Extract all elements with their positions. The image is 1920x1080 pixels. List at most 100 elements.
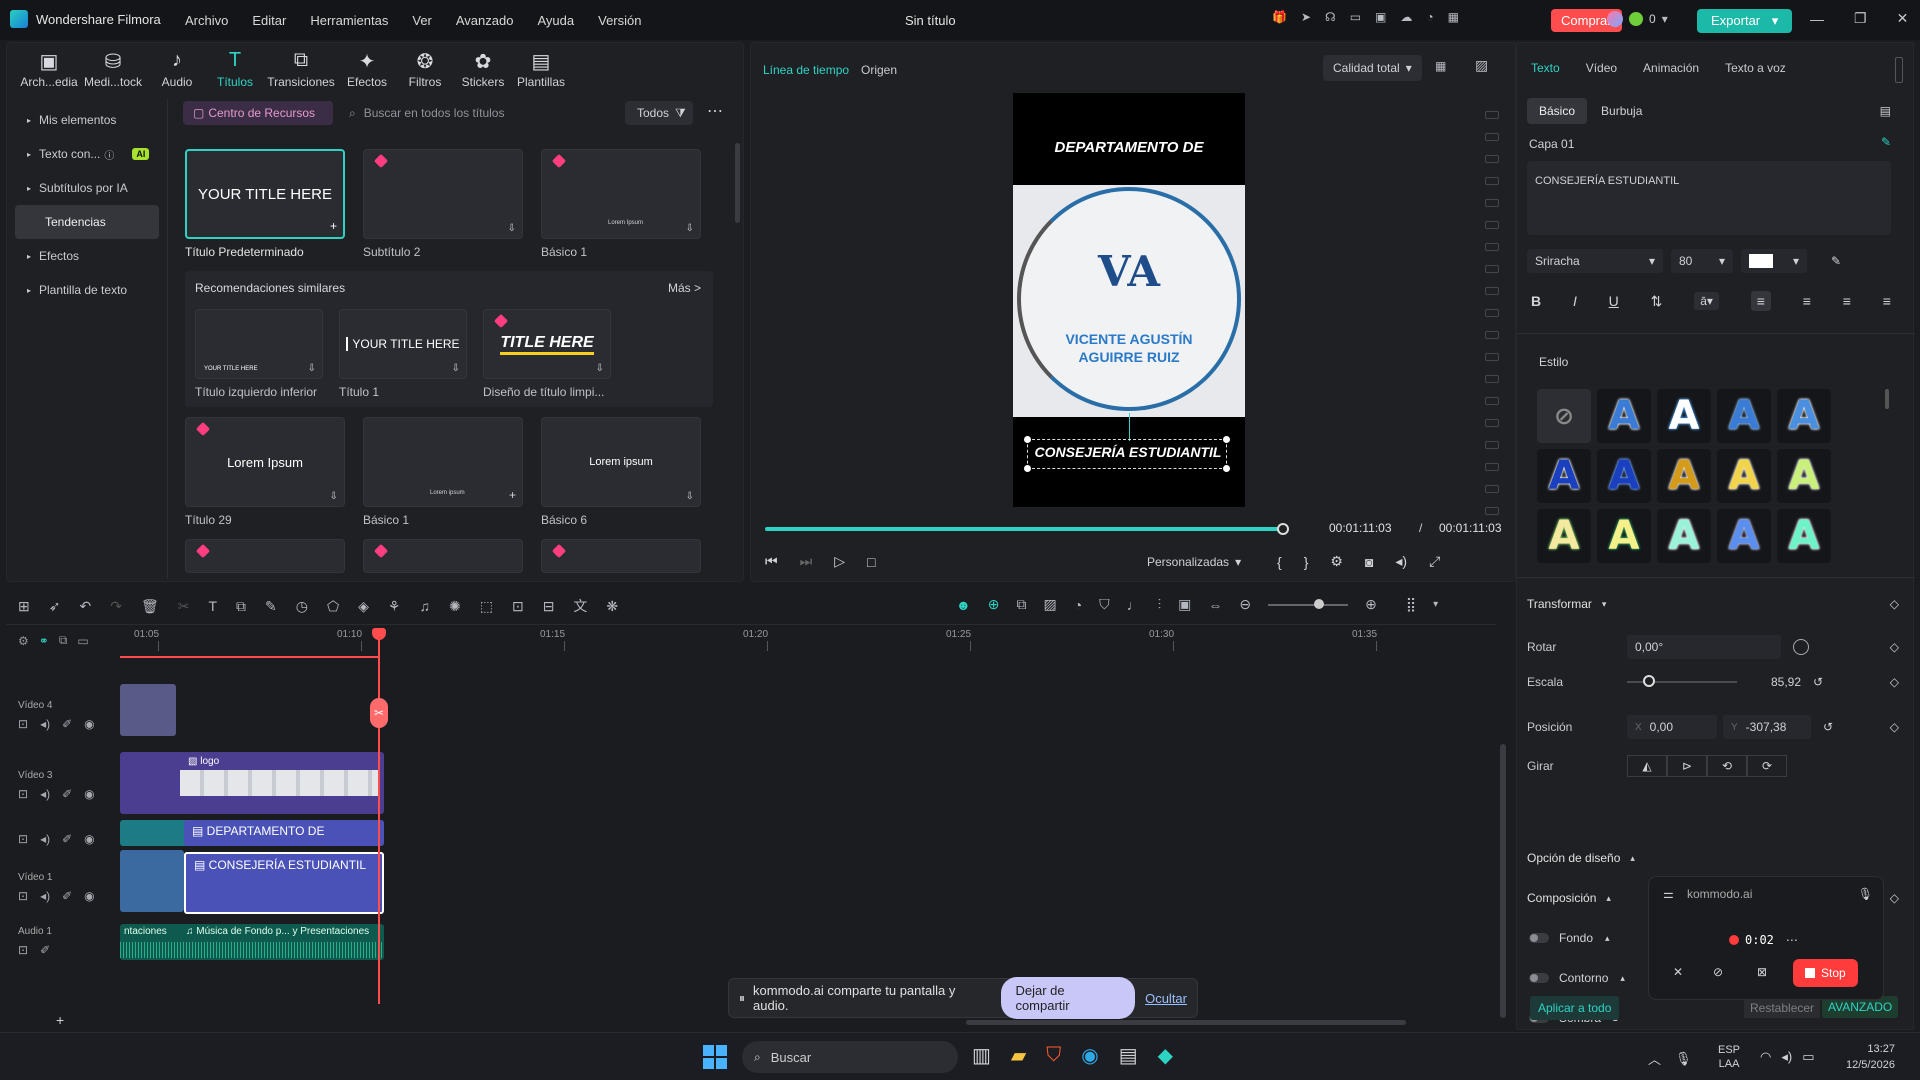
style-none-icon[interactable]: ⊘ bbox=[1537, 389, 1591, 443]
zoom-out-icon[interactable]: ⊖ bbox=[1239, 596, 1251, 613]
audio-clip[interactable]: ntaciones ♫ Música de Fondo p... y Prese… bbox=[120, 924, 384, 960]
playback-progress[interactable] bbox=[765, 523, 1289, 535]
eye-icon[interactable]: ◉ bbox=[84, 889, 94, 903]
snapshot-icon[interactable]: ◙ bbox=[1365, 554, 1373, 570]
keyframe-icon[interactable]: ◇ bbox=[1890, 597, 1899, 611]
ai-edit-icon[interactable]: ⚘ bbox=[388, 598, 401, 615]
style-preset[interactable]: A bbox=[1717, 389, 1771, 443]
keyframe-tool-icon[interactable]: ◈ bbox=[358, 598, 369, 615]
download-icon[interactable]: ⇩ bbox=[508, 223, 516, 234]
menu-editar[interactable]: Editar bbox=[252, 13, 286, 28]
add-icon[interactable]: + bbox=[330, 219, 337, 233]
pip-icon[interactable]: ▣ bbox=[1178, 596, 1191, 613]
file-explorer-icon[interactable]: ▰ bbox=[1011, 1043, 1026, 1068]
style-preset[interactable]: A bbox=[1657, 389, 1711, 443]
search-input[interactable]: ⌕ Buscar en todos los títulos bbox=[341, 101, 621, 125]
eye-icon[interactable]: ◉ bbox=[84, 717, 94, 731]
mic-icon[interactable]: 🎙 bbox=[1858, 887, 1873, 901]
headset-icon[interactable]: ☊ bbox=[1325, 10, 1336, 24]
text-selection-box[interactable]: CONSEJERÍA ESTUDIANTIL bbox=[1024, 436, 1230, 472]
title-card[interactable]: YOUR TITLE HERE + Título Predeterminado bbox=[185, 149, 345, 259]
resize-handle[interactable] bbox=[1024, 436, 1031, 443]
zoom-slider[interactable] bbox=[1268, 598, 1349, 609]
frame-icon[interactable]: ⊡ bbox=[512, 598, 524, 615]
menu-ayuda[interactable]: Ayuda bbox=[537, 13, 574, 28]
panel-collapse-icon[interactable] bbox=[1895, 57, 1903, 83]
mute-icon[interactable]: ◂) bbox=[40, 889, 50, 903]
rec-card[interactable]: YOUR TITLE HERE ⇩ Título 1 bbox=[339, 309, 467, 399]
mute-icon[interactable]: ◂) bbox=[40, 832, 50, 846]
scissors-icon[interactable]: ✂ bbox=[370, 698, 388, 728]
cloud-icon[interactable]: ☁ bbox=[1400, 10, 1412, 24]
download-icon[interactable]: ⇩ bbox=[596, 363, 604, 374]
underline-icon[interactable]: U bbox=[1609, 293, 1619, 309]
case-icon[interactable]: ā▾ bbox=[1694, 292, 1719, 310]
italic-icon[interactable]: I bbox=[1573, 293, 1577, 309]
download-icon[interactable]: ⇩ bbox=[452, 363, 460, 374]
microphone-icon[interactable]: 🎙 bbox=[1675, 1051, 1692, 1067]
scale-value[interactable]: 85,92 bbox=[1771, 675, 1801, 689]
lock-icon[interactable]: ⊡ bbox=[18, 943, 28, 957]
style-preset[interactable]: A bbox=[1537, 509, 1591, 563]
menu-avanzado[interactable]: Avanzado bbox=[456, 13, 514, 28]
reset-button[interactable]: Restablecer bbox=[1744, 998, 1821, 1018]
hide-link[interactable]: Ocultar bbox=[1145, 991, 1187, 1006]
scale-knob[interactable] bbox=[1643, 675, 1655, 687]
reset-icon[interactable]: ↺ bbox=[1813, 675, 1823, 689]
monitor-icon[interactable]: ▭ bbox=[1350, 10, 1361, 24]
next-frame-icon[interactable]: ⏭ bbox=[800, 553, 813, 570]
settings-sliders-icon[interactable]: ⚌ bbox=[1663, 887, 1674, 901]
stop-sharing-button[interactable]: Dejar de compartir bbox=[1001, 977, 1136, 1019]
avatar[interactable] bbox=[1607, 11, 1623, 27]
title-card[interactable]: Lorem ipsum + Básico 1 bbox=[363, 417, 523, 527]
style-preset[interactable]: A bbox=[1657, 449, 1711, 503]
font-size-select[interactable]: 80 ▾ bbox=[1671, 249, 1733, 273]
menu-archivo[interactable]: Archivo bbox=[185, 13, 228, 28]
tool-titles[interactable]: T Títulos bbox=[207, 49, 263, 89]
position-x-input[interactable]: X 0,00 bbox=[1627, 715, 1717, 739]
tab-timeline[interactable]: Línea de tiempo bbox=[763, 63, 849, 77]
style-preset[interactable]: A bbox=[1597, 509, 1651, 563]
undo-icon[interactable]: ↶ bbox=[79, 598, 91, 615]
title-card[interactable]: ⇩ Subtítulo 2 bbox=[363, 149, 523, 259]
text-tool-icon[interactable]: T bbox=[208, 598, 217, 614]
mark-in-icon[interactable]: { bbox=[1277, 554, 1282, 570]
fit-icon[interactable]: ⇔ bbox=[1208, 597, 1222, 613]
keyframe-icon[interactable]: ◇ bbox=[1890, 675, 1899, 689]
rec-card[interactable]: YOUR TITLE HERE ⇩ Título izquierdo infer… bbox=[195, 309, 323, 399]
dept-title-clip[interactable]: ▤ DEPARTAMENTO DE bbox=[184, 820, 384, 846]
tab-origin[interactable]: Origen bbox=[861, 63, 897, 77]
apply-all-button[interactable]: Aplicar a todo bbox=[1530, 996, 1620, 1020]
download-icon[interactable]: ⇩ bbox=[330, 491, 338, 502]
save-icon[interactable]: ▣ bbox=[1375, 10, 1386, 24]
tab-texto-a-voz[interactable]: Texto a voz bbox=[1725, 61, 1786, 75]
rotate-left-icon[interactable]: ⟲ bbox=[1707, 755, 1747, 777]
layout-icon[interactable]: ⊞ bbox=[18, 598, 30, 615]
subtab-basico[interactable]: Básico bbox=[1527, 98, 1588, 124]
minimize-icon[interactable]: — bbox=[1810, 11, 1824, 27]
align-justify-icon[interactable]: ≡ bbox=[1883, 293, 1891, 309]
lock-icon[interactable]: ⊡ bbox=[18, 889, 28, 903]
bold-icon[interactable]: B bbox=[1531, 293, 1541, 309]
track-settings-icon[interactable]: ⚙ bbox=[18, 634, 29, 648]
tool-effects[interactable]: ✦ Efectos bbox=[339, 49, 395, 89]
sidebar-item-texto-con[interactable]: ▸ Texto con... ⓘ AI bbox=[15, 137, 159, 171]
stop-button[interactable]: Stop bbox=[1793, 959, 1858, 987]
eyedropper-icon[interactable]: ✎ bbox=[1831, 254, 1841, 268]
spacing-icon[interactable]: ⇅ bbox=[1651, 293, 1663, 310]
ai-copilot-icon[interactable]: ☻ bbox=[956, 597, 971, 613]
image-icon[interactable]: ▨ bbox=[1475, 57, 1488, 74]
sidebar-item-plantilla-texto[interactable]: ▸ Plantilla de texto bbox=[15, 273, 159, 307]
gift-icon[interactable]: 🎁 bbox=[1272, 10, 1287, 24]
settings-icon[interactable]: ⚙ bbox=[1330, 553, 1343, 570]
eye-icon[interactable]: ◉ bbox=[84, 787, 94, 801]
style-preset[interactable]: A bbox=[1597, 389, 1651, 443]
menu-ver[interactable]: Ver bbox=[412, 13, 432, 28]
taskbar-search[interactable]: ⌕ Buscar bbox=[742, 1041, 958, 1073]
more-options-icon[interactable]: ⋯ bbox=[1786, 933, 1798, 947]
align-right-icon[interactable]: ≡ bbox=[1843, 293, 1851, 309]
filmora-taskbar-icon[interactable]: ◆ bbox=[1158, 1043, 1173, 1068]
title-card[interactable]: Lorem ipsum ⇩ Básico 6 bbox=[541, 417, 701, 527]
style-preset[interactable]: A bbox=[1657, 509, 1711, 563]
keyframe-icon[interactable]: ◇ bbox=[1890, 720, 1899, 734]
